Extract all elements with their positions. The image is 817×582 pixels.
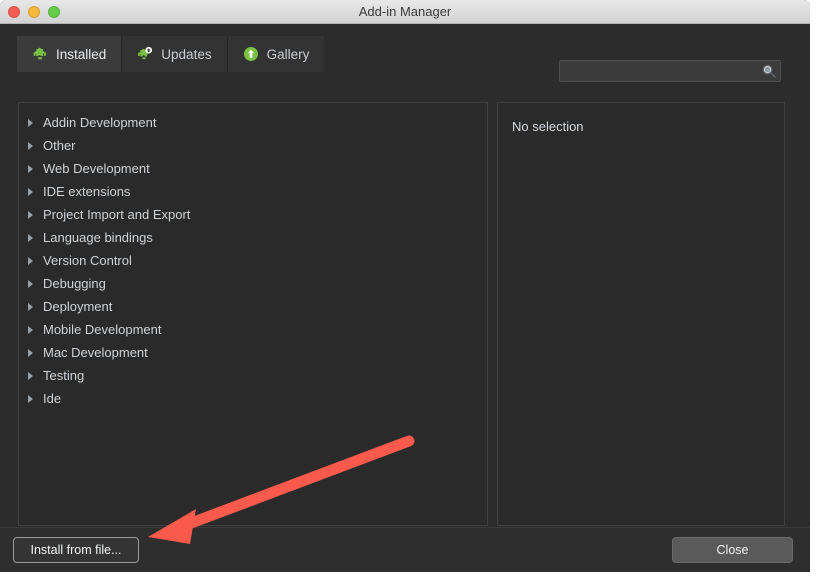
titlebar: Add-in Manager xyxy=(0,0,810,24)
disclosure-triangle-icon[interactable] xyxy=(28,141,41,150)
category-label: Language bindings xyxy=(43,230,153,245)
category-row[interactable]: Mobile Development xyxy=(19,318,487,341)
disclosure-triangle-icon[interactable] xyxy=(28,302,41,311)
category-label: Mobile Development xyxy=(43,322,162,337)
disclosure-triangle-icon[interactable] xyxy=(28,325,41,334)
footer-bar: Install from file... Close xyxy=(0,527,810,572)
category-label: Debugging xyxy=(43,276,106,291)
category-row[interactable]: Debugging xyxy=(19,272,487,295)
category-label: Web Development xyxy=(43,161,150,176)
category-label: Other xyxy=(43,138,76,153)
tab-updates[interactable]: Updates xyxy=(122,36,228,72)
disclosure-triangle-icon[interactable] xyxy=(28,233,41,242)
puzzle-piece-icon xyxy=(32,46,48,62)
category-row[interactable]: Deployment xyxy=(19,295,487,318)
search-field[interactable] xyxy=(559,60,781,82)
tab-installed-label: Installed xyxy=(56,46,107,62)
disclosure-triangle-icon[interactable] xyxy=(28,210,41,219)
install-from-file-button[interactable]: Install from file... xyxy=(13,537,139,563)
category-row[interactable]: Addin Development xyxy=(19,111,487,134)
category-label: Deployment xyxy=(43,299,113,314)
upload-circle-icon xyxy=(243,46,259,62)
category-row[interactable]: Web Development xyxy=(19,157,487,180)
disclosure-triangle-icon[interactable] xyxy=(28,187,41,196)
disclosure-triangle-icon[interactable] xyxy=(28,164,41,173)
disclosure-triangle-icon[interactable] xyxy=(28,394,41,403)
category-label: Testing xyxy=(43,368,85,383)
detail-panel: No selection xyxy=(497,102,785,526)
category-label: Addin Development xyxy=(43,115,157,130)
no-selection-message: No selection xyxy=(512,119,584,134)
category-label: Project Import and Export xyxy=(43,207,191,222)
category-row[interactable]: Other xyxy=(19,134,487,157)
window-right-gutter xyxy=(810,0,817,582)
add-in-manager-window: Add-in Manager Installed Updates Gallery… xyxy=(0,0,810,572)
category-label: IDE extensions xyxy=(43,184,131,199)
category-list-panel: Addin Development Other Web Development IDE… xyxy=(18,102,488,526)
category-row[interactable]: Testing xyxy=(19,364,487,387)
disclosure-triangle-icon[interactable] xyxy=(28,371,41,380)
tab-group: Installed Updates Gallery xyxy=(17,36,325,72)
tab-gallery-label: Gallery xyxy=(266,46,310,62)
puzzle-piece-update-icon xyxy=(137,46,153,62)
window-title: Add-in Manager xyxy=(358,4,452,19)
category-label: Ide xyxy=(43,391,62,406)
category-row[interactable]: Language bindings xyxy=(19,226,487,249)
close-button[interactable]: Close xyxy=(672,537,793,563)
window-content: Installed Updates Gallery Addin Developm… xyxy=(0,24,810,572)
category-label: Mac Development xyxy=(43,345,148,360)
main-panels: Addin Development Other Web Development IDE… xyxy=(18,102,785,526)
category-row[interactable]: Project Import and Export xyxy=(19,203,487,226)
window-bottom-gutter xyxy=(0,572,817,582)
tab-installed[interactable]: Installed xyxy=(17,36,123,72)
disclosure-triangle-icon[interactable] xyxy=(28,348,41,357)
category-row[interactable]: Version Control xyxy=(19,249,487,272)
disclosure-triangle-icon[interactable] xyxy=(28,279,41,288)
disclosure-triangle-icon[interactable] xyxy=(28,256,41,265)
category-row[interactable]: Mac Development xyxy=(19,341,487,364)
category-label: Version Control xyxy=(43,253,132,268)
search-input[interactable] xyxy=(559,60,781,82)
tab-gallery[interactable]: Gallery xyxy=(227,36,325,72)
disclosure-triangle-icon[interactable] xyxy=(28,118,41,127)
tab-updates-label: Updates xyxy=(161,46,212,62)
category-row[interactable]: Ide xyxy=(19,387,487,410)
tabbar: Installed Updates Gallery xyxy=(0,24,810,82)
category-tree[interactable]: Addin Development Other Web Development IDE… xyxy=(19,103,487,525)
category-row[interactable]: IDE extensions xyxy=(19,180,487,203)
